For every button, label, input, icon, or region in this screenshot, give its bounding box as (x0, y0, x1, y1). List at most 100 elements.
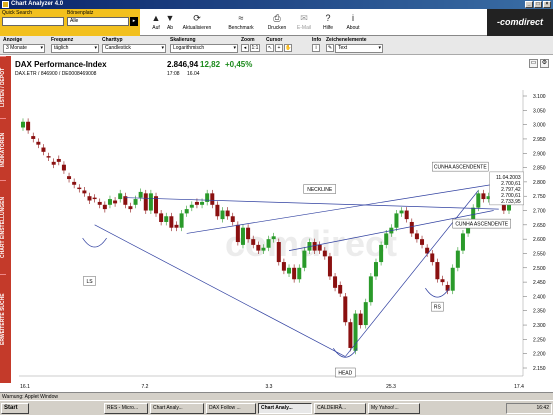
y-tick-label: 2.400 (533, 294, 546, 300)
candle-body (343, 296, 348, 323)
close-button[interactable]: × (543, 1, 551, 8)
main-toolbar: Quick Search Börsenplatz Alle ▸ ▲ Auf ▼ Ab… (0, 9, 553, 36)
cursor-cross-button[interactable]: + (275, 44, 283, 52)
tab-erweiterte-suche[interactable]: ERWEITERTE SUCHE (0, 274, 6, 364)
help-label: Hilfe (322, 25, 333, 31)
start-button[interactable]: Start (1, 403, 29, 414)
candle-body (338, 284, 343, 294)
frequenz-label: Frequenz (51, 37, 74, 43)
candle-body (435, 262, 440, 280)
candle-body (184, 209, 189, 214)
quick-search-input[interactable] (2, 17, 64, 26)
candle-body (235, 224, 240, 243)
email-button[interactable]: ✉ E-Mail (292, 11, 316, 35)
candle-body (148, 193, 153, 211)
refresh-button[interactable]: ⟳ Aktualisieren (180, 11, 214, 35)
help-button[interactable]: ? Hilfe (316, 11, 340, 35)
taskbar-item-caldeira[interactable]: CALDEIRÃ... (314, 403, 366, 414)
candle-body (373, 262, 378, 277)
zeichen-select[interactable]: Text (335, 44, 383, 53)
candle-body (246, 227, 251, 240)
y-tick-label: 2.500 (533, 266, 546, 272)
candle-body (256, 244, 261, 251)
y-tick-label: 2.800 (533, 180, 546, 186)
anzeige-select[interactable]: 3 Monate (3, 44, 45, 53)
system-tray-clock: 16:42 (506, 403, 552, 414)
candle-body (179, 213, 184, 228)
zoom-value[interactable]: 1:1 (250, 44, 260, 52)
settings-icon[interactable]: ⚙ (540, 59, 549, 68)
candle-body (92, 197, 97, 200)
info-box-line: 2.733,95 (501, 199, 521, 205)
search-go-button[interactable]: ▸ (130, 17, 138, 26)
sidebar: LISTEN / DEPOT INDIKATOREN CHART EINSTEL… (0, 56, 11, 383)
app-icon (2, 1, 9, 8)
maximize-button[interactable]: □ (534, 1, 542, 8)
candle-body (363, 302, 368, 326)
help-icon: ? (325, 13, 331, 23)
skalierung-select[interactable]: Logarithmisch (170, 44, 238, 53)
anzeige-label: Anzeige (3, 37, 23, 43)
print-button[interactable]: ⎙ Drucken (264, 11, 290, 35)
candle-body (240, 227, 245, 245)
candle-body (281, 262, 286, 271)
boersenplatz-select[interactable]: Alle (67, 17, 129, 26)
chart-area[interactable]: comdirect3.1003.0503.0002.9502.9002.8502… (11, 56, 553, 392)
quote-time: 17:08 (167, 71, 180, 77)
undock-icon[interactable]: ▭ (529, 59, 538, 68)
candle-body (440, 279, 445, 283)
minimize-button[interactable]: _ (525, 1, 533, 8)
about-button[interactable]: i About (340, 11, 366, 35)
charttyp-select[interactable]: Candlestick (102, 44, 166, 53)
candle-body (189, 204, 194, 208)
candle-body (287, 267, 292, 274)
tab-chart-einstellungen[interactable]: CHART EINSTELLUNGEN (0, 180, 6, 274)
candle-body (358, 313, 363, 326)
candle-body (322, 250, 327, 257)
candle-body (450, 267, 455, 291)
taskbar-item-res[interactable]: RES - Micro... (104, 403, 148, 414)
taskbar-item-yahoo[interactable]: My Yahoo!... (368, 403, 420, 414)
last-price: 2.846,94 (167, 60, 199, 69)
taskbar-item-chart-2[interactable]: Chart Analy... (258, 403, 312, 414)
tab-indikatoren[interactable]: INDIKATOREN (0, 118, 6, 180)
y-tick-label: 2.350 (533, 309, 546, 315)
comdirect-logo: -comdirect (487, 9, 553, 36)
taskbar: Start RES - Micro... Chart Analy... DAX … (0, 400, 553, 415)
candle-body (460, 233, 465, 251)
candle-body (97, 201, 102, 205)
taskbar-item-dax-follow[interactable]: DAX Follow ... (206, 403, 256, 414)
frequenz-select[interactable]: täglich (51, 44, 99, 53)
x-tick-label: 7.2 (142, 384, 149, 390)
candle-body (481, 193, 486, 200)
y-tick-label: 2.600 (533, 237, 546, 243)
candle-body (102, 204, 107, 210)
cursor-arrow-button[interactable]: ↖ (266, 44, 274, 52)
candle-body (225, 210, 230, 217)
candle-body (194, 201, 199, 205)
candle-body (113, 200, 118, 204)
info-icon: i (352, 13, 354, 23)
candle-body (210, 193, 215, 205)
candlestick-chart[interactable]: comdirect3.1003.0503.0002.9502.9002.8502… (11, 56, 553, 392)
benchmark-button[interactable]: ≈ Benchmark (226, 11, 256, 35)
candle-body (430, 253, 435, 263)
quote-date: 16.04 (187, 71, 200, 77)
candle-body (312, 242, 317, 251)
candle-body (41, 147, 46, 152)
pattern-line (345, 190, 479, 357)
y-tick-label: 3.050 (533, 108, 546, 114)
toolbar-down-button[interactable]: ▼ Ab (158, 11, 182, 35)
zoom-out-button[interactable]: ◂ (241, 44, 249, 52)
candle-body (36, 141, 41, 145)
candle-body (368, 276, 373, 303)
label-wedge-lower: CUNHA ASCENDENTE (455, 222, 508, 228)
cursor-hand-button[interactable]: ✋ (284, 44, 292, 52)
pencil-icon[interactable]: ✎ (326, 44, 334, 52)
x-tick-label: 3.3 (266, 384, 273, 390)
chart-title: DAX Performance-Index (15, 60, 107, 69)
label-rs: RS (434, 305, 442, 311)
info-toggle[interactable]: i (312, 44, 320, 52)
tab-listen-depot[interactable]: LISTEN / DEPOT (0, 56, 6, 118)
taskbar-item-chart-1[interactable]: Chart Analy... (150, 403, 204, 414)
